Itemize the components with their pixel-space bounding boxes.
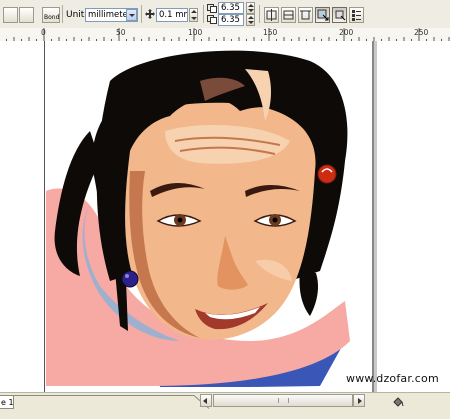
snap-to-guidelines-button[interactable] xyxy=(298,7,313,23)
snap-to-objects-button[interactable] xyxy=(315,7,330,23)
ruler-label: 150 xyxy=(263,28,278,37)
duplicate-y-input[interactable]: 6.35 m xyxy=(218,14,244,26)
bottom-bar: e 1 xyxy=(0,392,450,419)
nudge-icon xyxy=(145,9,155,19)
property-bar: Bond Units: millimeters 0.1 mm 6.35 m 6.… xyxy=(0,0,450,29)
duplicate-x-input[interactable]: 6.35 m xyxy=(218,2,244,14)
hair-tie-shine xyxy=(125,274,129,278)
duplicate-y-value: 6.35 m xyxy=(221,15,243,25)
hair-tie-blue xyxy=(121,270,139,288)
toolbar-separator xyxy=(141,5,142,23)
duplicate-y-icon xyxy=(207,15,217,24)
nudge-spinner[interactable] xyxy=(189,8,198,22)
right-pupil xyxy=(272,217,278,223)
ruler-label: 250 xyxy=(414,28,429,37)
dynamic-guides-button[interactable] xyxy=(332,7,347,23)
horizontal-ruler[interactable]: 0 50 100 150 200 250 xyxy=(0,28,450,42)
portrait-illustration[interactable] xyxy=(0,41,450,392)
ruler-label: 100 xyxy=(188,28,203,37)
landscape-orientation-button[interactable] xyxy=(19,7,34,23)
ruler-label: 0 xyxy=(41,28,46,37)
snap-to-grid-button[interactable] xyxy=(281,7,296,23)
right-braid-tip xyxy=(299,271,318,316)
left-pupil xyxy=(177,217,183,223)
fill-bucket-icon[interactable] xyxy=(392,396,404,408)
ruler-label: 200 xyxy=(339,28,354,37)
duplicate-x-value: 6.35 m xyxy=(221,3,243,13)
ruler-label: 50 xyxy=(116,28,126,37)
duplicate-y-spinner[interactable] xyxy=(246,14,255,26)
hair-tie-red xyxy=(317,164,337,184)
duplicate-x-icon xyxy=(207,4,217,13)
bond-mode-button[interactable]: Bond xyxy=(42,7,60,23)
nudge-distance-value: 0.1 mm xyxy=(159,10,187,20)
nudge-distance-input[interactable]: 0.1 mm xyxy=(156,8,188,22)
page-tab[interactable]: e 1 xyxy=(0,395,14,409)
watermark-text: www.dzofar.com xyxy=(346,372,439,385)
ruler-ticks xyxy=(6,28,450,41)
bond-mode-label: Bond xyxy=(44,14,60,21)
toolbar-separator xyxy=(203,5,204,23)
treat-as-filled-button[interactable] xyxy=(264,7,279,23)
tab-strip xyxy=(14,395,210,409)
horizontal-scrollbar-thumb[interactable] xyxy=(213,394,353,407)
duplicate-x-spinner[interactable] xyxy=(246,2,255,14)
page-tab-label: e 1 xyxy=(1,398,14,407)
toolbar-separator xyxy=(62,5,63,23)
options-button[interactable] xyxy=(349,7,364,23)
scroll-right-button[interactable] xyxy=(353,394,365,407)
scroll-left-button[interactable] xyxy=(200,394,212,407)
chevron-down-icon[interactable] xyxy=(126,9,137,21)
portrait-orientation-button[interactable] xyxy=(3,7,18,23)
toolbar-separator xyxy=(259,5,260,23)
